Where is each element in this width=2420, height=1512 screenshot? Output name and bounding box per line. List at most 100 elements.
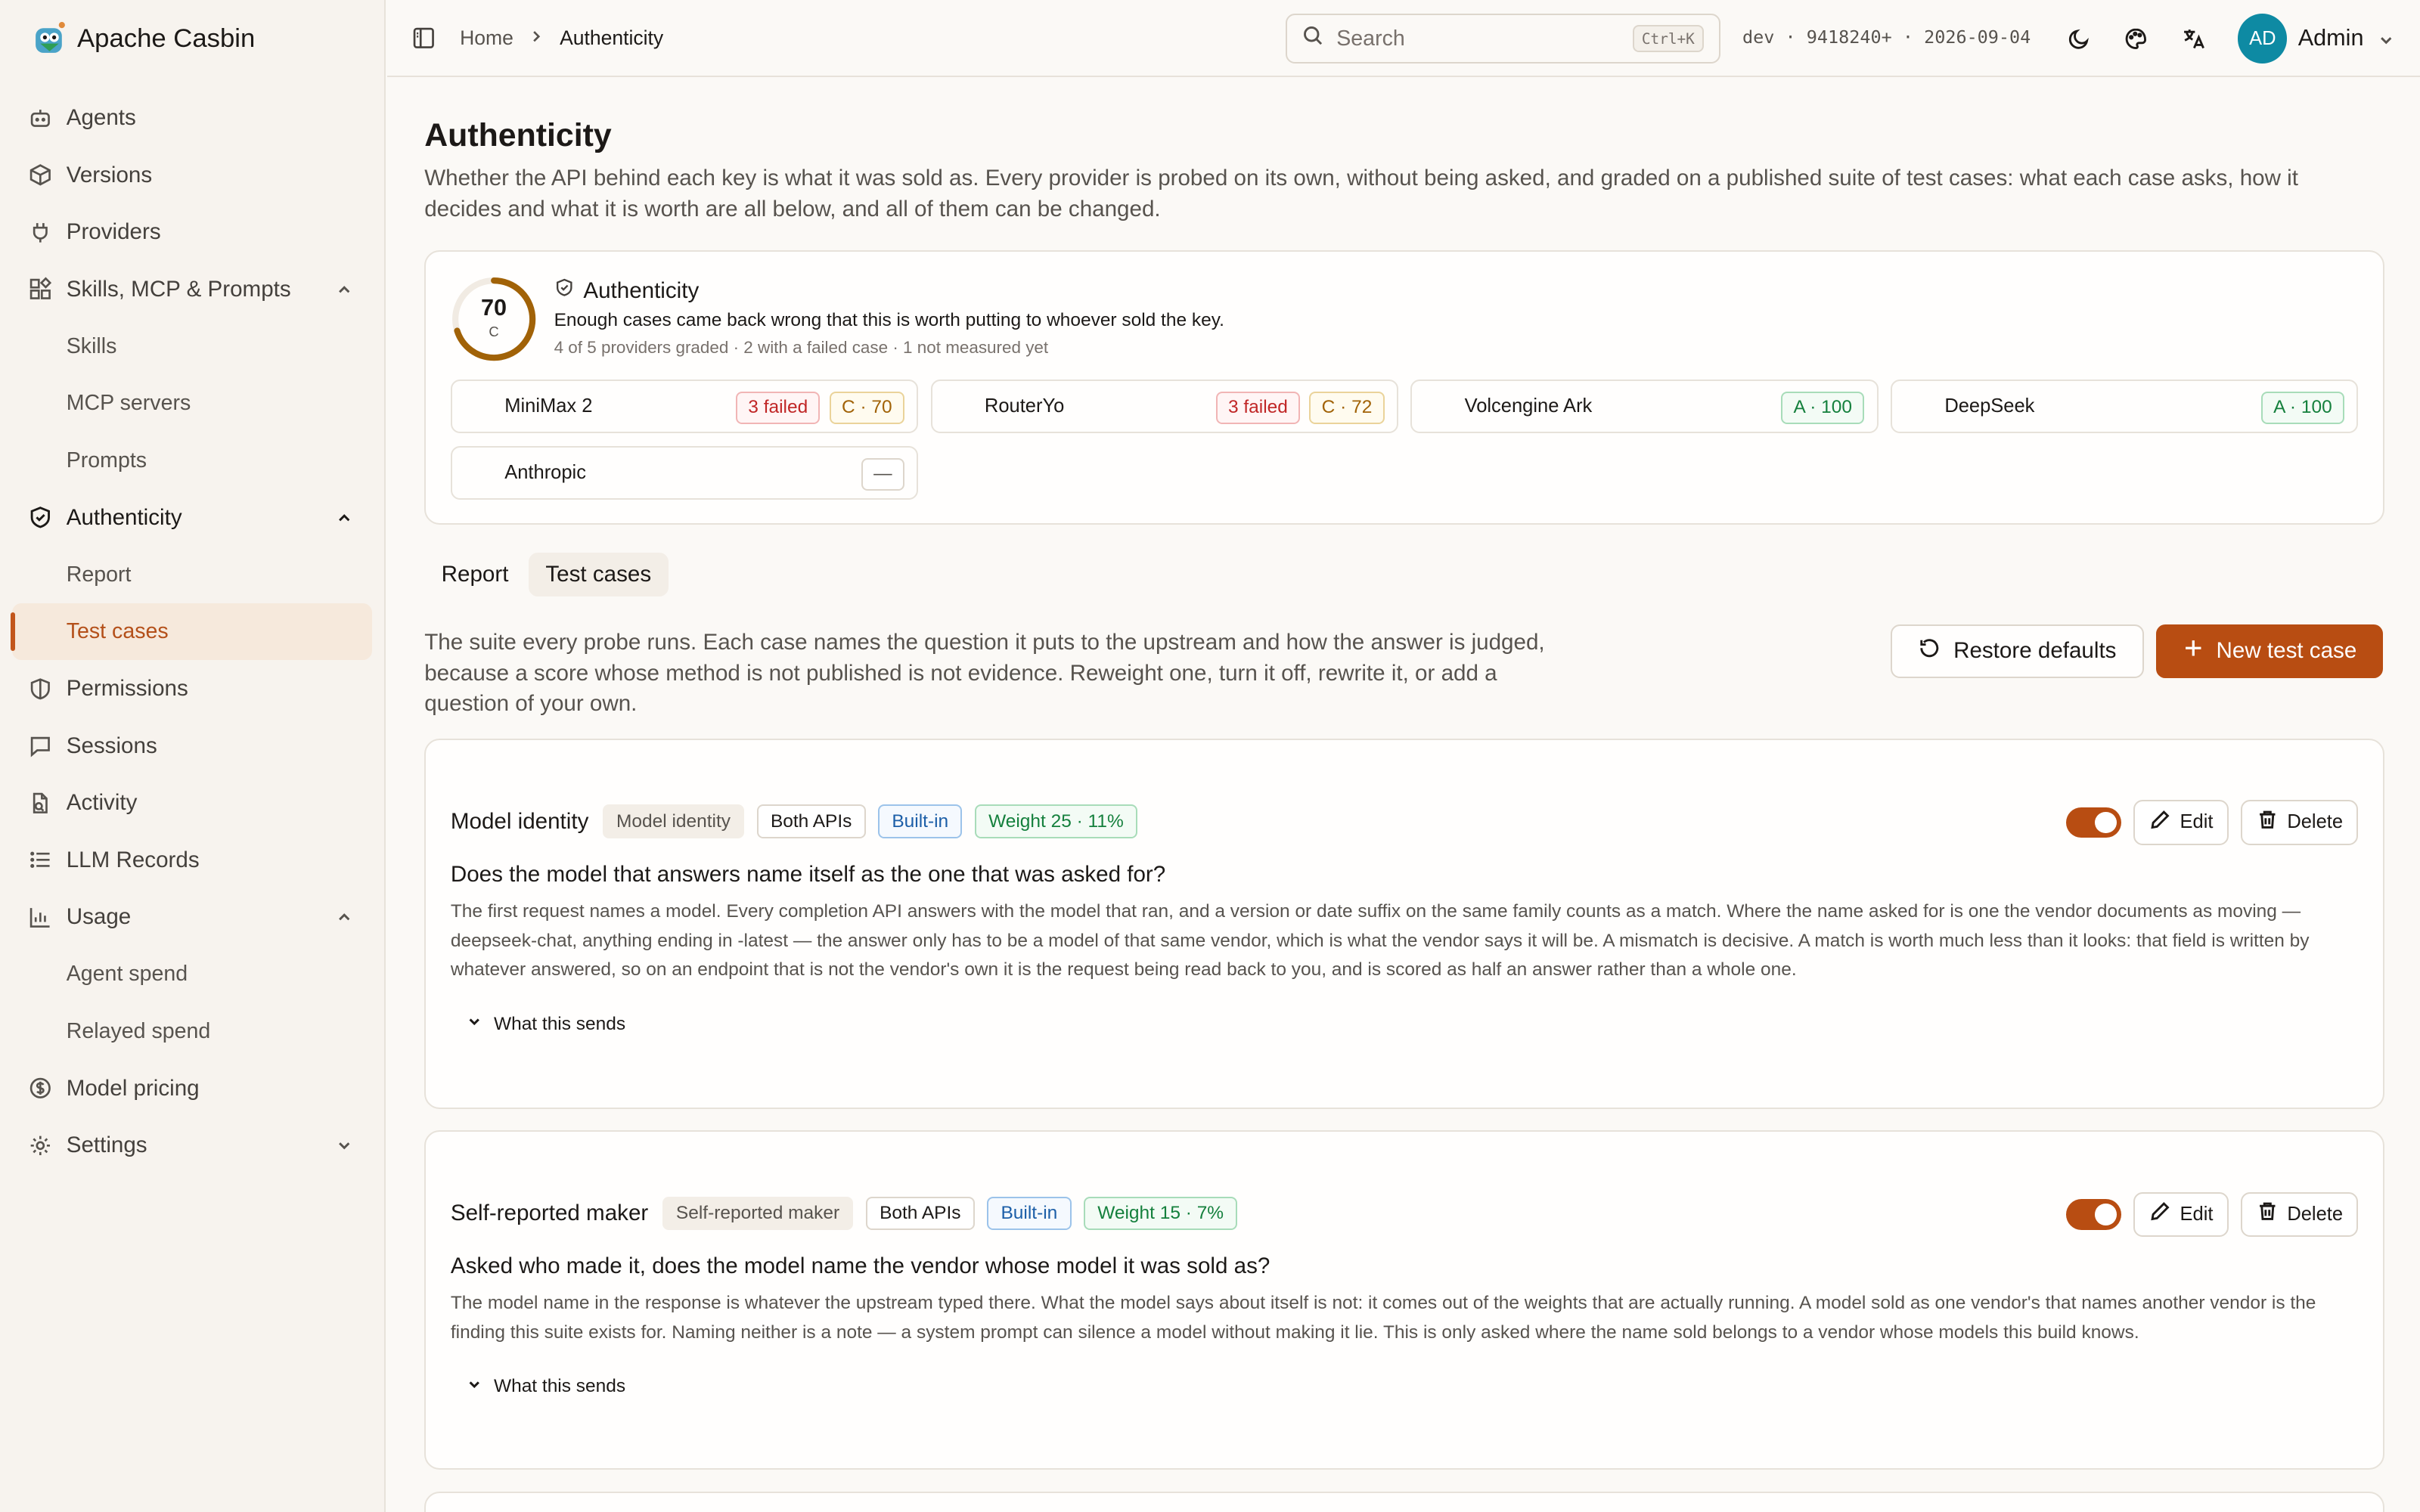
sidebar-item-prompts[interactable]: Prompts <box>12 432 372 489</box>
brand[interactable]: Apache Casbin <box>0 0 384 77</box>
sidebar-item-report[interactable]: Report <box>12 546 372 603</box>
search-input[interactable]: Search Ctrl+K <box>1285 14 1721 64</box>
tab-test-cases[interactable]: Test cases <box>528 552 669 597</box>
trash-icon <box>2257 1201 2279 1228</box>
case-body: The first request names a model. Every c… <box>450 900 2310 981</box>
chevron-down-icon <box>466 1013 482 1035</box>
sidebar-item-label: Report <box>66 562 132 587</box>
sidebar-item-agents[interactable]: Agents <box>12 89 372 147</box>
page-title: Authenticity <box>424 117 612 154</box>
sidebar-item-settings[interactable]: Settings <box>12 1117 372 1174</box>
chevron-up-icon <box>335 279 353 305</box>
delete-button[interactable]: Delete <box>2241 800 2359 845</box>
sidebar-item-relayed-spend[interactable]: Relayed spend <box>12 1002 372 1060</box>
blocks-icon <box>28 277 53 302</box>
provider-name: MiniMax 2 <box>504 395 593 417</box>
sidebar-item-label: Activity <box>66 790 138 816</box>
build-info: dev · 9418240+ · 2026-09-04 <box>1742 26 2031 48</box>
restore-defaults-button[interactable]: Restore defaults <box>1890 624 2144 679</box>
sidebar-item-agent-spend[interactable]: Agent spend <box>12 946 372 1003</box>
sidebar-item-label: Providers <box>66 219 161 245</box>
sidebar-item-versions[interactable]: Versions <box>12 147 372 204</box>
translate-icon[interactable] <box>2180 25 2207 53</box>
case-question: Asked who made it, does the model name t… <box>450 1253 1270 1279</box>
palette-icon[interactable] <box>2122 25 2150 53</box>
sidebar-item-label: Prompts <box>66 448 147 472</box>
case-question: Does the model that answers name itself … <box>450 861 1166 887</box>
edit-button[interactable]: Edit <box>2133 800 2229 845</box>
sidebar-item-sessions[interactable]: Sessions <box>12 717 372 775</box>
what-this-sends-label: What this sends <box>493 1013 626 1034</box>
sidebar-item-providers[interactable]: Providers <box>12 203 372 261</box>
suite-header: The suite every probe runs. Each case na… <box>424 624 2384 717</box>
failed-badge: 3 failed <box>736 392 821 425</box>
provider-card-volcengine[interactable]: Volcengine Ark A · 100 <box>1410 379 1879 434</box>
case-enabled-toggle[interactable] <box>2065 807 2122 838</box>
provider-card-anthropic[interactable]: Anthropic — <box>450 445 919 500</box>
sidebar-item-skills-mcp-prompts[interactable]: Skills, MCP & Prompts <box>12 261 372 318</box>
new-test-case-button[interactable]: New test case <box>2155 624 2383 679</box>
what-this-sends-toggle[interactable]: What this sends <box>466 1013 625 1035</box>
pencil-icon <box>2149 809 2171 836</box>
user-name[interactable]: Admin <box>2298 25 2364 51</box>
case-actions: Edit Delete <box>2065 1191 2359 1237</box>
sidebar-nav: Agents Versions Providers Skills, MCP & … <box>0 77 384 1186</box>
chevron-down-icon[interactable] <box>2372 26 2400 54</box>
case-weight-tag: Weight 15 · 7% <box>1083 1196 1238 1231</box>
sidebar-item-label: Model pricing <box>66 1075 200 1101</box>
provider-card-deepseek[interactable]: DeepSeek A · 100 <box>1890 379 2359 434</box>
score-grade: C <box>489 324 499 340</box>
restore-defaults-label: Restore defaults <box>1953 638 2117 664</box>
sidebar-item-mcp-servers[interactable]: MCP servers <box>12 375 372 432</box>
what-this-sends-toggle[interactable]: What this sends <box>466 1376 625 1398</box>
failed-badge: 3 failed <box>1215 392 1301 425</box>
edit-label: Edit <box>2180 811 2214 833</box>
pencil-icon <box>2149 1201 2171 1228</box>
grade-badge: A · 100 <box>1781 392 1865 425</box>
breadcrumb-home[interactable]: Home <box>460 26 513 50</box>
case-header: Self-reported maker Self-reported maker … <box>451 1196 1238 1231</box>
sidebar-item-usage[interactable]: Usage <box>12 888 372 946</box>
tab-report[interactable]: Report <box>424 553 526 596</box>
plug-icon <box>28 220 53 245</box>
case-kind-tag: Model identity <box>602 804 745 838</box>
sidebar-item-label: Permissions <box>66 676 188 702</box>
case-enabled-toggle[interactable] <box>2065 1198 2122 1230</box>
summary-subtitle: Enough cases came back wrong that this i… <box>554 310 1224 331</box>
moon-icon[interactable] <box>2065 25 2093 53</box>
edit-label: Edit <box>2180 1203 2214 1225</box>
case-kind-tag: Self-reported maker <box>662 1196 854 1231</box>
sidebar-item-activity[interactable]: Activity <box>12 774 372 832</box>
test-case-card: Self-reported maker Self-reported maker … <box>424 1130 2385 1470</box>
sidebar-item-skills[interactable]: Skills <box>12 318 372 375</box>
page-description: Whether the API behind each key is what … <box>424 166 2298 222</box>
plus-icon <box>2183 637 2204 665</box>
score-value: 70 <box>480 294 507 321</box>
provider-card-routeryo[interactable]: RouterYo 3 failed C · 72 <box>930 379 1398 434</box>
sidebar-item-label: Usage <box>66 904 132 930</box>
shield-icon <box>28 677 53 702</box>
breadcrumb: Home Authenticity <box>460 26 663 50</box>
edit-button[interactable]: Edit <box>2133 1191 2229 1237</box>
authenticity-summary-card: 70 C Authenticity Enough cases came back… <box>424 249 2385 525</box>
provider-card-minimax[interactable]: MiniMax 2 3 failed C · 70 <box>450 379 919 434</box>
sidebar-item-label: Authenticity <box>66 504 182 530</box>
sidebar-item-authenticity[interactable]: Authenticity <box>12 489 372 547</box>
sidebar-toggle-icon[interactable] <box>412 26 436 50</box>
shield-check-icon <box>28 505 53 530</box>
sidebar-item-model-pricing[interactable]: Model pricing <box>12 1060 372 1117</box>
sidebar-item-llm-records[interactable]: LLM Records <box>12 832 372 889</box>
delete-button[interactable]: Delete <box>2241 1191 2359 1237</box>
sidebar-item-permissions[interactable]: Permissions <box>12 660 372 717</box>
summary-meta: 4 of 5 providers graded · 2 with a faile… <box>554 337 1049 357</box>
search-shortcut: Ctrl+K <box>1632 25 1705 52</box>
sidebar-item-test-cases[interactable]: Test cases <box>11 603 372 661</box>
sidebar: Apache Casbin Agents Versions Providers … <box>0 0 386 1512</box>
avatar[interactable]: AD <box>2238 14 2288 64</box>
sidebar-item-label: Agents <box>66 105 136 131</box>
tabs: Report Test cases <box>424 552 669 597</box>
gear-icon <box>28 1133 53 1158</box>
provider-name: Volcengine Ark <box>1464 395 1593 417</box>
brand-name: Apache Casbin <box>77 23 256 53</box>
sidebar-item-label: LLM Records <box>66 847 200 872</box>
